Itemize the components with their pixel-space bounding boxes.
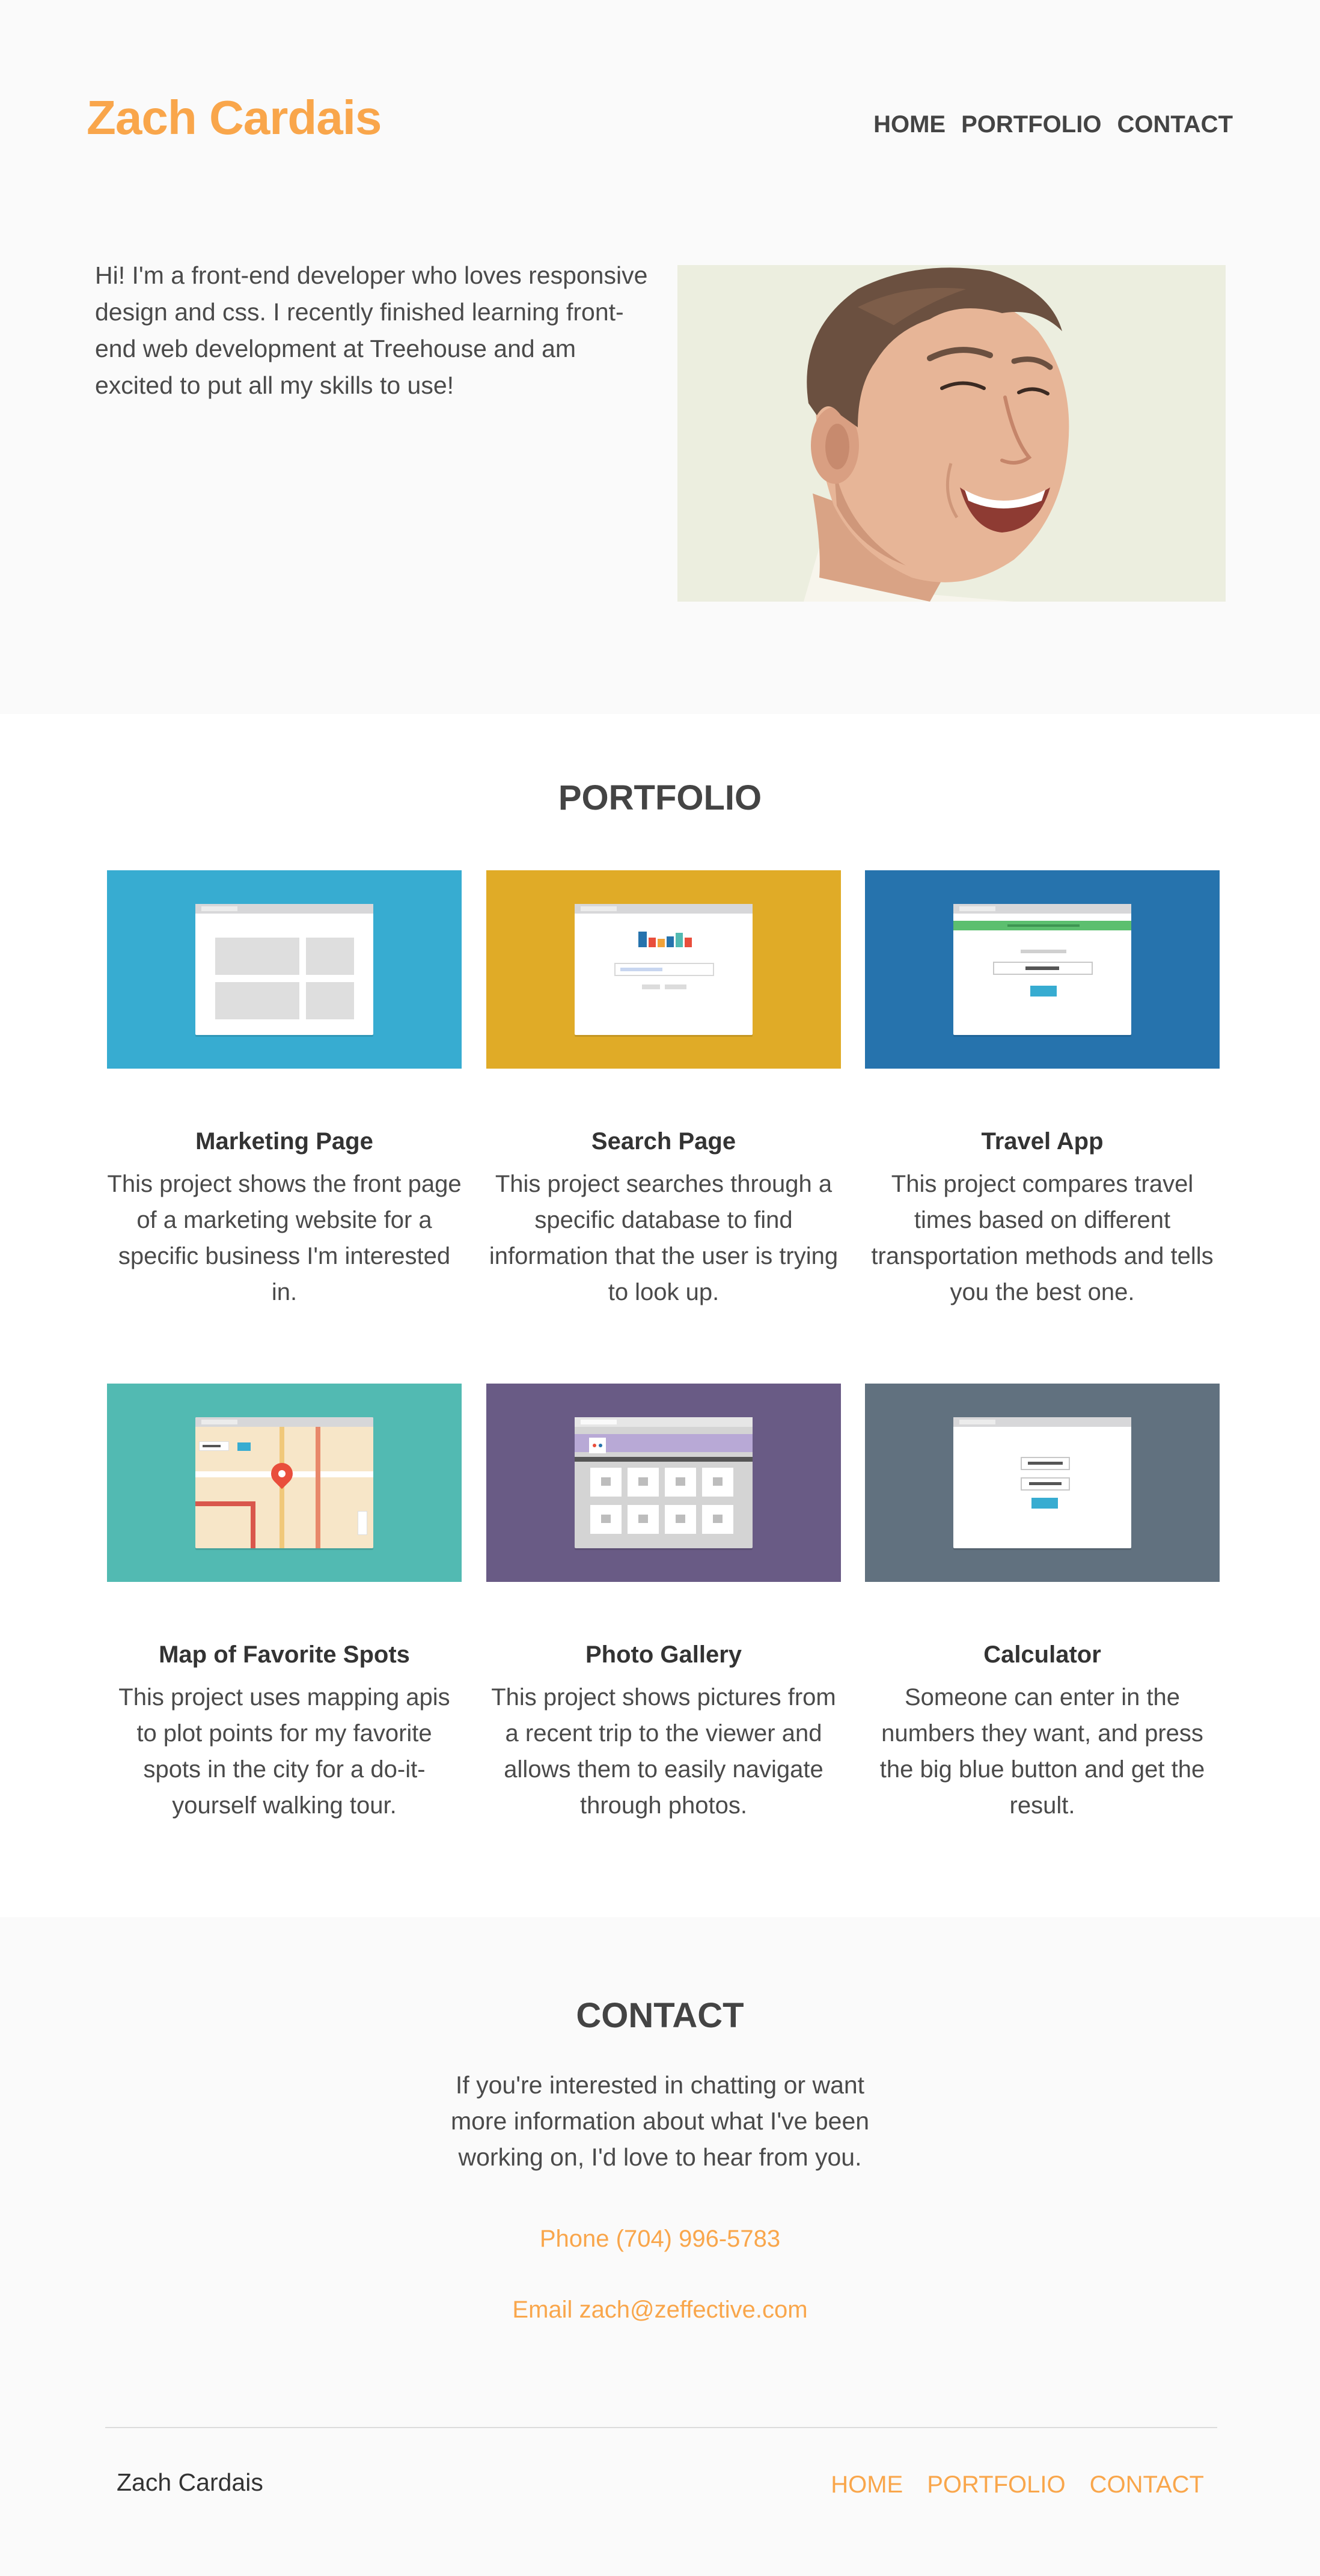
project-title[interactable]: Calculator <box>865 1640 1220 1670</box>
main-nav: HOME PORTFOLIO CONTACT <box>873 111 1233 138</box>
nav-contact-link[interactable]: CONTACT <box>1117 111 1233 138</box>
project-title[interactable]: Search Page <box>486 1126 841 1156</box>
nav-home-link[interactable]: HOME <box>873 111 946 138</box>
calculator-mockup-icon <box>953 1417 1131 1548</box>
footer-home-link[interactable]: HOME <box>831 2471 903 2498</box>
project-thumbnail[interactable] <box>486 1384 841 1582</box>
project-title[interactable]: Photo Gallery <box>486 1640 841 1670</box>
project-thumbnail[interactable] <box>865 870 1220 1069</box>
project-description: This project compares travel times based… <box>871 1171 1214 1305</box>
contact-section: CONTACT If you're interested in chatting… <box>0 1917 1320 2576</box>
portfolio-heading: PORTFOLIO <box>558 778 762 817</box>
project-description: This project shows the front page of a m… <box>107 1171 462 1305</box>
project-thumbnail[interactable] <box>107 1384 462 1582</box>
project-card: Search Page This project searches throug… <box>486 870 841 1310</box>
portfolio-section: PORTFOLIO Marketing Page This project sh… <box>0 714 1320 1917</box>
profile-photo <box>677 265 1226 602</box>
project-thumbnail[interactable] <box>107 870 462 1069</box>
project-title[interactable]: Travel App <box>865 1126 1220 1156</box>
project-card: Map of Favorite Spots This project uses … <box>107 1384 462 1824</box>
project-card: Photo Gallery This project shows picture… <box>486 1384 841 1824</box>
browser-mockup-icon <box>195 904 373 1035</box>
project-card: Calculator Someone can enter in the numb… <box>865 1384 1220 1824</box>
project-description: This project searches through a specific… <box>489 1171 839 1305</box>
phone-link[interactable]: (704) 996-5783 <box>616 2226 781 2252</box>
project-thumbnail[interactable] <box>486 870 841 1069</box>
contact-phone: Phone (704) 996-5783 <box>0 2226 1320 2253</box>
project-card: Travel App This project compares travel … <box>865 870 1220 1310</box>
email-label: Email <box>512 2297 573 2323</box>
footer-nav: HOME PORTFOLIO CONTACT <box>831 2471 1204 2498</box>
contact-heading: CONTACT <box>576 1996 744 2035</box>
project-card: Marketing Page This project shows the fr… <box>107 870 462 1310</box>
project-description: This project shows pictures from a recen… <box>491 1684 836 1819</box>
project-description: This project uses mapping apis to plot p… <box>118 1684 450 1819</box>
gallery-mockup-icon <box>575 1417 753 1548</box>
travel-app-mockup-icon <box>953 904 1131 1035</box>
intro-text: Hi! I'm a front-end developer who loves … <box>95 261 648 399</box>
footer-contact-link[interactable]: CONTACT <box>1090 2471 1204 2498</box>
nav-portfolio-link[interactable]: PORTFOLIO <box>961 111 1101 138</box>
project-title[interactable]: Map of Favorite Spots <box>107 1640 462 1670</box>
site-header: Zach Cardais HOME PORTFOLIO CONTACT Hi! … <box>0 0 1320 714</box>
project-description: Someone can enter in the numbers they wa… <box>879 1684 1205 1819</box>
project-title[interactable]: Marketing Page <box>107 1126 462 1156</box>
contact-text: If you're interested in chatting or want… <box>450 2071 870 2171</box>
footer-divider <box>105 2427 1217 2428</box>
email-link[interactable]: zach@zeffective.com <box>579 2297 808 2323</box>
brand-logo-link[interactable]: Zach Cardais <box>87 90 382 145</box>
footer-portfolio-link[interactable]: PORTFOLIO <box>927 2471 1065 2498</box>
footer-name: Zach Cardais <box>117 2468 263 2496</box>
contact-email: Email zach@zeffective.com <box>0 2297 1320 2324</box>
project-thumbnail[interactable] <box>865 1384 1220 1582</box>
search-mockup-icon <box>575 904 753 1035</box>
map-mockup-icon <box>195 1417 373 1548</box>
phone-label: Phone <box>539 2226 610 2252</box>
